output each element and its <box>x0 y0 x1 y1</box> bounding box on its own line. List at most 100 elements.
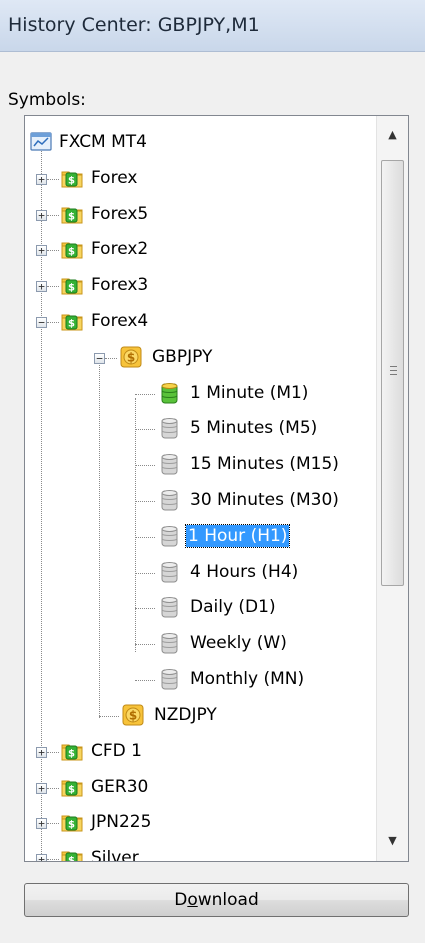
tree-connector <box>47 286 59 287</box>
tree-node-label: Forex4 <box>91 311 149 331</box>
tree-connector <box>47 823 59 824</box>
tree-connector <box>105 358 117 359</box>
window-title: History Center: GBPJPY,M1 <box>8 14 260 36</box>
tree-node-period-h1[interactable]: 1 Hour (H1) <box>156 523 376 553</box>
expand-icon[interactable]: + <box>36 210 47 221</box>
database-gray-icon <box>156 559 182 585</box>
scroll-thumb[interactable] <box>381 160 404 586</box>
tree-node-period-mn[interactable]: Monthly (MN) <box>156 666 376 696</box>
collapse-icon[interactable]: − <box>94 353 105 364</box>
tree-node-label: Silver <box>91 848 139 862</box>
tree-connector <box>135 465 155 466</box>
expand-icon[interactable]: + <box>36 747 47 758</box>
database-gray-icon <box>156 630 182 656</box>
scroll-grip <box>390 374 397 375</box>
tree-node-label: JPN225 <box>91 812 152 832</box>
tree-connector <box>135 429 155 430</box>
dollar-icon <box>118 344 144 370</box>
tree-connector <box>47 250 59 251</box>
symbols-label: Symbols: <box>8 90 86 110</box>
tree-node-root[interactable]: FXCM MT4 <box>25 129 275 159</box>
scroll-grip <box>390 370 397 371</box>
tree-scrollbar[interactable]: ▲ ▼ <box>376 116 408 861</box>
folder-dollar-icon <box>59 774 85 800</box>
database-gray-icon <box>156 594 182 620</box>
tree-connector <box>47 752 59 753</box>
tree-node-period-w[interactable]: Weekly (W) <box>156 630 376 660</box>
tree-node-label: Monthly (MN) <box>190 669 305 689</box>
expand-icon[interactable]: + <box>36 174 47 185</box>
folder-dollar-icon <box>59 308 85 334</box>
expand-icon[interactable]: + <box>36 818 47 829</box>
database-gray-icon <box>156 451 182 477</box>
scroll-grip <box>390 366 397 367</box>
tree-node-label: Daily (D1) <box>190 597 276 617</box>
tree-connector <box>47 788 59 789</box>
expand-icon[interactable]: + <box>36 281 47 292</box>
tree-connector <box>47 859 59 860</box>
database-gray-icon <box>156 666 182 692</box>
tree-node-ger30[interactable]: GER30 <box>59 774 309 804</box>
expand-icon[interactable]: + <box>36 245 47 256</box>
folder-dollar-icon <box>59 845 85 862</box>
tree-node-label: NZDJPY <box>154 705 217 725</box>
tree-connector <box>135 537 155 538</box>
folder-dollar-icon <box>59 165 85 191</box>
folder-dollar-icon <box>59 236 85 262</box>
tree-node-label: Forex2 <box>91 239 149 259</box>
collapse-icon[interactable]: − <box>36 317 47 328</box>
tree-node-gbpjpy[interactable]: GBPJPY <box>118 344 368 374</box>
tree-node-label: CFD 1 <box>91 741 142 761</box>
tree-node-label: 15 Minutes (M15) <box>190 454 339 474</box>
scroll-up-arrow-icon[interactable]: ▲ <box>377 122 408 148</box>
tree-node-label-selected: 1 Hour (H1) <box>184 524 291 548</box>
symbols-tree[interactable]: FXCM MT4 + Forex + Forex5 + Forex2 + For… <box>24 115 409 862</box>
tree-node-period-m5[interactable]: 5 Minutes (M5) <box>156 415 376 445</box>
tree-node-jpn225[interactable]: JPN225 <box>59 809 309 839</box>
tree-connector <box>99 362 100 718</box>
tree-node-label: GER30 <box>91 777 149 797</box>
download-label-suffix: wnload <box>197 890 259 910</box>
tree-node-cfd1[interactable]: CFD 1 <box>59 738 309 768</box>
dollar-icon <box>120 702 146 728</box>
folder-dollar-icon <box>59 201 85 227</box>
tree-node-nzdjpy[interactable]: NZDJPY <box>120 702 370 732</box>
tree-connector <box>47 322 59 323</box>
tree-node-label: 30 Minutes (M30) <box>190 490 339 510</box>
database-gray-icon <box>156 487 182 513</box>
tree-node-period-m15[interactable]: 15 Minutes (M15) <box>156 451 376 481</box>
folder-dollar-icon <box>59 272 85 298</box>
window-titlebar: History Center: GBPJPY,M1 <box>0 0 425 52</box>
tree-connector <box>135 644 155 645</box>
tree-node-forex2[interactable]: Forex2 <box>59 236 309 266</box>
tree-node-forex3[interactable]: Forex3 <box>59 272 309 302</box>
tree-node-label: 5 Minutes (M5) <box>190 418 318 438</box>
tree-node-silver[interactable]: Silver <box>59 845 309 862</box>
tree-connector <box>135 398 136 652</box>
tree-node-forex5[interactable]: Forex5 <box>59 201 309 231</box>
tree-connector <box>135 573 155 574</box>
download-button[interactable]: Download <box>24 883 409 917</box>
tree-connector <box>99 716 119 717</box>
expand-icon[interactable]: + <box>36 783 47 794</box>
tree-connector <box>135 501 155 502</box>
tree-connector <box>135 680 155 681</box>
download-label-mnemonic: o <box>187 890 198 910</box>
tree-node-period-h4[interactable]: 4 Hours (H4) <box>156 559 376 589</box>
folder-dollar-icon <box>59 809 85 835</box>
server-chart-icon <box>28 129 54 155</box>
tree-node-period-d1[interactable]: Daily (D1) <box>156 594 376 624</box>
tree-connector <box>47 215 59 216</box>
expand-icon[interactable]: + <box>36 854 47 861</box>
tree-node-forex[interactable]: Forex <box>59 165 309 195</box>
tree-node-period-m30[interactable]: 30 Minutes (M30) <box>156 487 376 517</box>
tree-node-label: Forex5 <box>91 204 149 224</box>
folder-dollar-icon <box>59 738 85 764</box>
tree-node-period-m1[interactable]: 1 Minute (M1) <box>156 380 376 410</box>
database-gray-icon <box>156 415 182 441</box>
scroll-down-arrow-icon[interactable]: ▼ <box>377 828 408 854</box>
tree-node-forex4[interactable]: Forex4 <box>59 308 309 338</box>
tree-node-label: FXCM MT4 <box>59 132 147 152</box>
tree-node-label: 1 Minute (M1) <box>190 383 309 403</box>
database-gray-icon <box>156 523 182 549</box>
